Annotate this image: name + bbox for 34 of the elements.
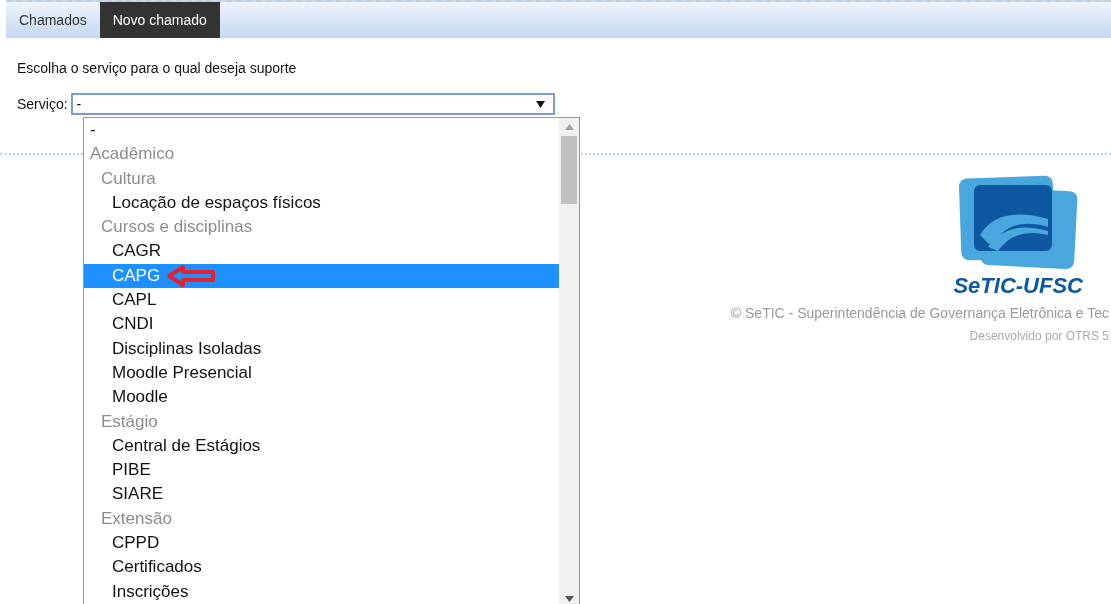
arrow-annotation-icon [166, 263, 217, 288]
dropdown-option[interactable]: SIARE [84, 482, 559, 507]
option-group-label: Estágio [100, 410, 159, 433]
scroll-down-arrow-icon[interactable] [564, 596, 574, 602]
dropdown-option[interactable]: Moodle Presencial [84, 360, 559, 386]
tab[interactable]: Novo chamado [99, 2, 220, 38]
dropdown-option[interactable]: Certificados [84, 555, 559, 580]
option-group-label: Extensão [100, 507, 173, 530]
dropdown-option[interactable]: PIBE [84, 458, 559, 483]
prompt-text: Escolha o serviço para o qual deseja suporte [17, 60, 298, 76]
dropdown-option[interactable]: Central de Estágios [84, 433, 559, 459]
logo-icon [958, 175, 1079, 269]
option-group-label: Acadêmico [89, 143, 176, 166]
scrollbar[interactable] [559, 118, 579, 604]
scroll-up-arrow-icon[interactable] [564, 124, 574, 130]
dropdown-option[interactable]: CAPL [84, 288, 559, 313]
caret-icon [535, 100, 545, 108]
dropdown-option[interactable]: Inscrições [84, 579, 559, 604]
service-select[interactable]: - [70, 93, 555, 115]
dropdown-option[interactable]: CPPD [84, 531, 559, 556]
dropdown-option[interactable]: CNDI [84, 312, 559, 337]
dropdown-option[interactable]: CAGR [84, 239, 559, 264]
credit-text: Desenvolvido por OTRS 5 [969, 329, 1109, 343]
scrollbar-thumb[interactable] [561, 136, 577, 204]
service-label: Serviço: [17, 96, 68, 112]
option-group-label: Cultura [100, 167, 157, 190]
dropdown-option[interactable]: Locação de espaços físicos [84, 190, 559, 216]
copyright-text: © SeTIC - Superintendência de Governança Eletrônica e Tec [730, 305, 1109, 321]
dropdown-option[interactable]: - [84, 118, 559, 143]
logo-text: SeTIC-UFSC [953, 273, 1083, 299]
dropdown-option[interactable]: Moodle [84, 385, 559, 410]
option-group-label: Cursos e disciplinas [100, 216, 254, 239]
tab[interactable]: Chamados [6, 2, 100, 38]
dropdown-option[interactable]: Disciplinas Isoladas [84, 336, 559, 361]
